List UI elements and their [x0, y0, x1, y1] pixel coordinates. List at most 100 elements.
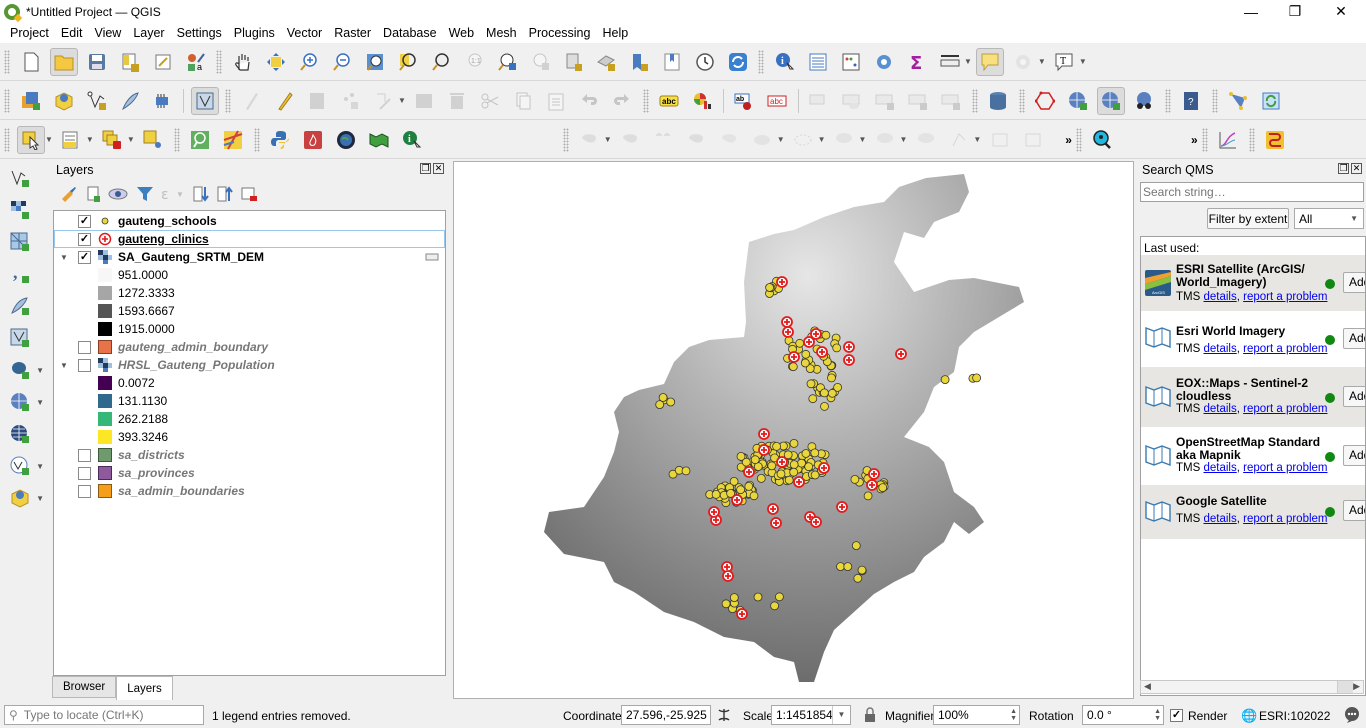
qms-service-item[interactable]: ArcGIS ESRI Satellite (ArcGIS/ World_Ima…	[1141, 255, 1365, 311]
toolbar-grip[interactable]	[1201, 127, 1208, 152]
report-problem-link[interactable]: report a problem	[1243, 513, 1327, 525]
quickmapservices-button[interactable]	[219, 126, 247, 154]
close-button[interactable]: ✕	[1318, 0, 1364, 23]
zoom-native-button[interactable]: 1:1	[460, 48, 488, 76]
reshape-dropdown-icon[interactable]: ▼	[604, 135, 612, 144]
details-link[interactable]: details	[1203, 513, 1236, 525]
field-calculator-button[interactable]	[837, 48, 865, 76]
menu-help[interactable]: Help	[596, 26, 634, 40]
toolbar-grip[interactable]	[4, 127, 10, 152]
select-by-attribute-button[interactable]	[57, 126, 85, 154]
rotate-label-button[interactable]	[904, 87, 932, 115]
heatmap-plugin-button[interactable]	[299, 126, 327, 154]
add-part-dropdown-icon[interactable]: ▼	[859, 135, 867, 144]
zoom-full-button[interactable]	[361, 48, 389, 76]
add-spatialite-button[interactable]	[6, 292, 34, 320]
zoom-in-button[interactable]	[295, 48, 323, 76]
data-source-manager-button[interactable]	[17, 87, 45, 115]
remove-layer-icon[interactable]	[240, 185, 258, 203]
text-annotation-button[interactable]: T	[1050, 48, 1078, 76]
fill-ring-button[interactable]	[715, 126, 743, 154]
paste-features-button[interactable]	[542, 87, 570, 115]
help-button[interactable]: ?	[1177, 87, 1205, 115]
add-service-button[interactable]: Add	[1343, 445, 1365, 466]
layer-row-hrsl-population[interactable]: ▼ HRSL_Gauteng_Population	[54, 356, 445, 374]
show-bookmarks-button[interactable]	[658, 48, 686, 76]
layer-visibility-checkbox[interactable]: ✓	[78, 232, 91, 246]
menu-raster[interactable]: Raster	[328, 26, 377, 40]
menu-layer[interactable]: Layer	[127, 26, 170, 40]
new-print-layout-button[interactable]	[116, 48, 144, 76]
minimize-button[interactable]: —	[1228, 0, 1274, 23]
menu-web[interactable]: Web	[443, 26, 480, 40]
new-bookmark-button[interactable]	[625, 48, 653, 76]
copy-features-button[interactable]	[509, 87, 537, 115]
toolbar-grip[interactable]	[758, 49, 764, 74]
select-by-location-button[interactable]	[139, 126, 167, 154]
split-features-button[interactable]	[649, 126, 677, 154]
filter-by-extent-button[interactable]: Filter by extent	[1207, 208, 1289, 229]
new-temporary-layer-button[interactable]	[116, 87, 144, 115]
annotation-dropdown-icon[interactable]: ▼	[1079, 57, 1087, 66]
identify-features-button[interactable]: i	[771, 48, 799, 76]
qms-service-item[interactable]: Esri World Imagery TMS details, report a…	[1141, 311, 1365, 367]
delete-part-dropdown-icon[interactable]: ▼	[899, 135, 907, 144]
layer-visibility-checkbox[interactable]	[78, 466, 91, 480]
save-edits-button[interactable]	[304, 87, 332, 115]
open-project-button[interactable]	[49, 47, 78, 76]
details-link[interactable]: details	[1203, 343, 1236, 355]
details-link[interactable]: details	[1203, 403, 1236, 415]
style-paintbrush-icon[interactable]	[60, 185, 78, 203]
toolbar-grip[interactable]	[1018, 88, 1025, 113]
qms-service-item[interactable]: EOX::Maps - Sentinel-2 cloudless TMS det…	[1141, 367, 1365, 427]
spin-arrows-icon[interactable]: ▲ ▼	[1010, 708, 1017, 722]
menu-edit[interactable]: Edit	[55, 26, 89, 40]
menu-vector[interactable]: Vector	[281, 26, 328, 40]
report-problem-link[interactable]: report a problem	[1243, 291, 1327, 303]
toolbar-overflow-button-2[interactable]: »	[1191, 133, 1198, 147]
new-virtual-layer-button[interactable]	[149, 87, 177, 115]
wms-dropdown-icon[interactable]: ▼	[36, 398, 44, 407]
tab-browser[interactable]: Browser	[52, 676, 117, 698]
add-raster-layer-button[interactable]	[6, 196, 34, 224]
lock-scale-icon[interactable]	[864, 707, 876, 723]
actions-button[interactable]	[1009, 48, 1037, 76]
statistical-summary-button[interactable]: Σ	[903, 48, 931, 76]
locator-input[interactable]: ⚲ Type to locate (Ctrl+K)	[4, 705, 204, 725]
cut-features-button[interactable]	[476, 87, 504, 115]
layer-row-admin-boundary[interactable]: gauteng_admin_boundary	[54, 338, 445, 356]
undo-button[interactable]	[575, 87, 603, 115]
topology-checker-button[interactable]	[1224, 87, 1252, 115]
merge-features-button[interactable]	[682, 126, 710, 154]
rotate-point-symbols-button[interactable]	[945, 126, 973, 154]
add-ring-button[interactable]	[748, 126, 776, 154]
simplify-button[interactable]	[912, 126, 940, 154]
layer-visibility-checkbox[interactable]	[78, 448, 91, 462]
delete-part-button[interactable]	[871, 126, 899, 154]
float-panel-icon[interactable]: ❐	[1338, 163, 1349, 174]
delete-ring-button[interactable]	[789, 126, 817, 154]
layer-row-gauteng-schools[interactable]: ✓ gauteng_schools	[54, 212, 445, 230]
toolbar-grip[interactable]	[1248, 127, 1255, 152]
add-postgis-layer-button[interactable]: ▼	[6, 356, 44, 384]
coordinate-field[interactable]: 27.596,-25.925	[621, 705, 711, 725]
new-geopackage-layer-button[interactable]	[50, 87, 78, 115]
add-wms-wmts-button[interactable]: ▼	[6, 388, 44, 416]
offset-curve-button[interactable]	[616, 126, 644, 154]
rotate-dropdown-icon[interactable]: ▼	[973, 135, 981, 144]
refresh-table-button[interactable]	[1257, 87, 1285, 115]
layer-diagram-button[interactable]	[688, 87, 716, 115]
toolbar-grip[interactable]	[562, 127, 569, 152]
toolbar-overflow-button[interactable]: »	[1065, 133, 1072, 147]
report-problem-link[interactable]: report a problem	[1243, 343, 1327, 355]
select-attribute-dropdown-icon[interactable]: ▼	[86, 135, 94, 144]
scale-combobox[interactable]: 1:1451854 ▼	[771, 705, 851, 725]
expand-all-icon[interactable]	[192, 185, 210, 203]
arcgis-dropdown-icon[interactable]: ▼	[36, 494, 44, 503]
zoom-last-button[interactable]	[493, 48, 521, 76]
add-service-button[interactable]: Add	[1343, 500, 1365, 521]
spin-arrows-icon[interactable]: ▲ ▼	[1154, 708, 1161, 722]
layer-row-sa-provinces[interactable]: sa_provinces	[54, 464, 445, 482]
toolbar-grip[interactable]	[1211, 88, 1218, 113]
filter-funnel-icon[interactable]	[136, 185, 154, 203]
